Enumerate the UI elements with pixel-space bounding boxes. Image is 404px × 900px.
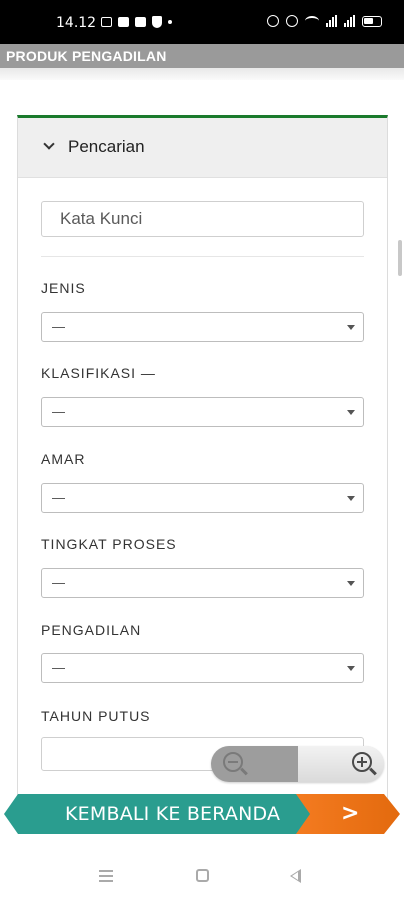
recent-apps-icon[interactable]: [99, 870, 113, 882]
search-panel-title: Pencarian: [68, 137, 145, 156]
label-klasifikasi: KLASIFIKASI —: [41, 365, 156, 381]
select-jenis-value: —: [52, 319, 65, 334]
label-tingkat-proses: TINGKAT PROSES: [41, 536, 177, 552]
dropdown-caret-icon: [347, 496, 355, 501]
status-bar: 14.12: [0, 0, 404, 48]
select-tingkat-proses-value: —: [52, 575, 65, 590]
app-title-bar: PRODUK PENGADILAN: [0, 44, 404, 68]
mail-icon: [101, 17, 112, 27]
system-nav-bar: [0, 850, 404, 900]
status-time: 14.12: [56, 15, 97, 31]
label-jenis: JENIS: [41, 280, 86, 296]
zoom-out-button[interactable]: [211, 746, 298, 782]
zoom-out-icon: [223, 752, 243, 772]
title-bar-shadow: [0, 68, 404, 80]
battery-icon: [362, 15, 382, 27]
zoom-in-button[interactable]: [298, 746, 384, 782]
app-title: PRODUK PENGADILAN: [6, 48, 167, 64]
select-jenis[interactable]: —: [41, 312, 364, 342]
search-panel-header[interactable]: Pencarian: [18, 118, 387, 178]
arrow-right-icon: >: [341, 801, 360, 826]
select-pengadilan[interactable]: —: [41, 653, 364, 683]
shield-icon: [152, 16, 162, 28]
select-tingkat-proses[interactable]: —: [41, 568, 364, 598]
alarm-icon: [286, 15, 298, 27]
home-icon[interactable]: [196, 869, 209, 882]
dropdown-caret-icon: [347, 666, 355, 671]
divider: [41, 256, 364, 257]
mute-icon: [267, 15, 279, 27]
select-amar[interactable]: —: [41, 483, 364, 513]
dropdown-caret-icon: [347, 410, 355, 415]
signal-icon: [344, 15, 355, 27]
label-amar: AMAR: [41, 451, 86, 467]
dropdown-caret-icon: [347, 581, 355, 586]
signal-icon: [326, 15, 337, 27]
search-panel: Pencarian JENIS — KLASIFIKASI — — AMAR —…: [17, 115, 388, 815]
select-klasifikasi[interactable]: —: [41, 397, 364, 427]
facebook-icon: [118, 17, 129, 27]
label-tahun-putus: TAHUN PUTUS: [41, 708, 151, 724]
select-amar-value: —: [52, 490, 65, 505]
robot-icon: [135, 17, 146, 27]
status-system-icons: [267, 15, 382, 27]
select-pengadilan-value: —: [52, 660, 65, 675]
select-klasifikasi-value: —: [52, 404, 65, 419]
label-pengadilan: PENGADILAN: [41, 622, 142, 638]
wifi-icon: [305, 16, 319, 26]
zoom-controls: [211, 746, 384, 782]
back-to-home-button[interactable]: KEMBALI KE BERANDA >: [0, 794, 404, 834]
scrollbar-thumb[interactable]: [398, 240, 402, 276]
chevron-down-icon[interactable]: [43, 138, 55, 150]
dot-icon: [168, 20, 172, 24]
status-notification-icons: [101, 16, 172, 28]
keyword-input[interactable]: [41, 201, 364, 237]
zoom-in-icon: [352, 752, 372, 772]
back-icon[interactable]: [290, 869, 301, 883]
back-to-home-label: KEMBALI KE BERANDA: [65, 803, 281, 825]
dropdown-caret-icon: [347, 325, 355, 330]
